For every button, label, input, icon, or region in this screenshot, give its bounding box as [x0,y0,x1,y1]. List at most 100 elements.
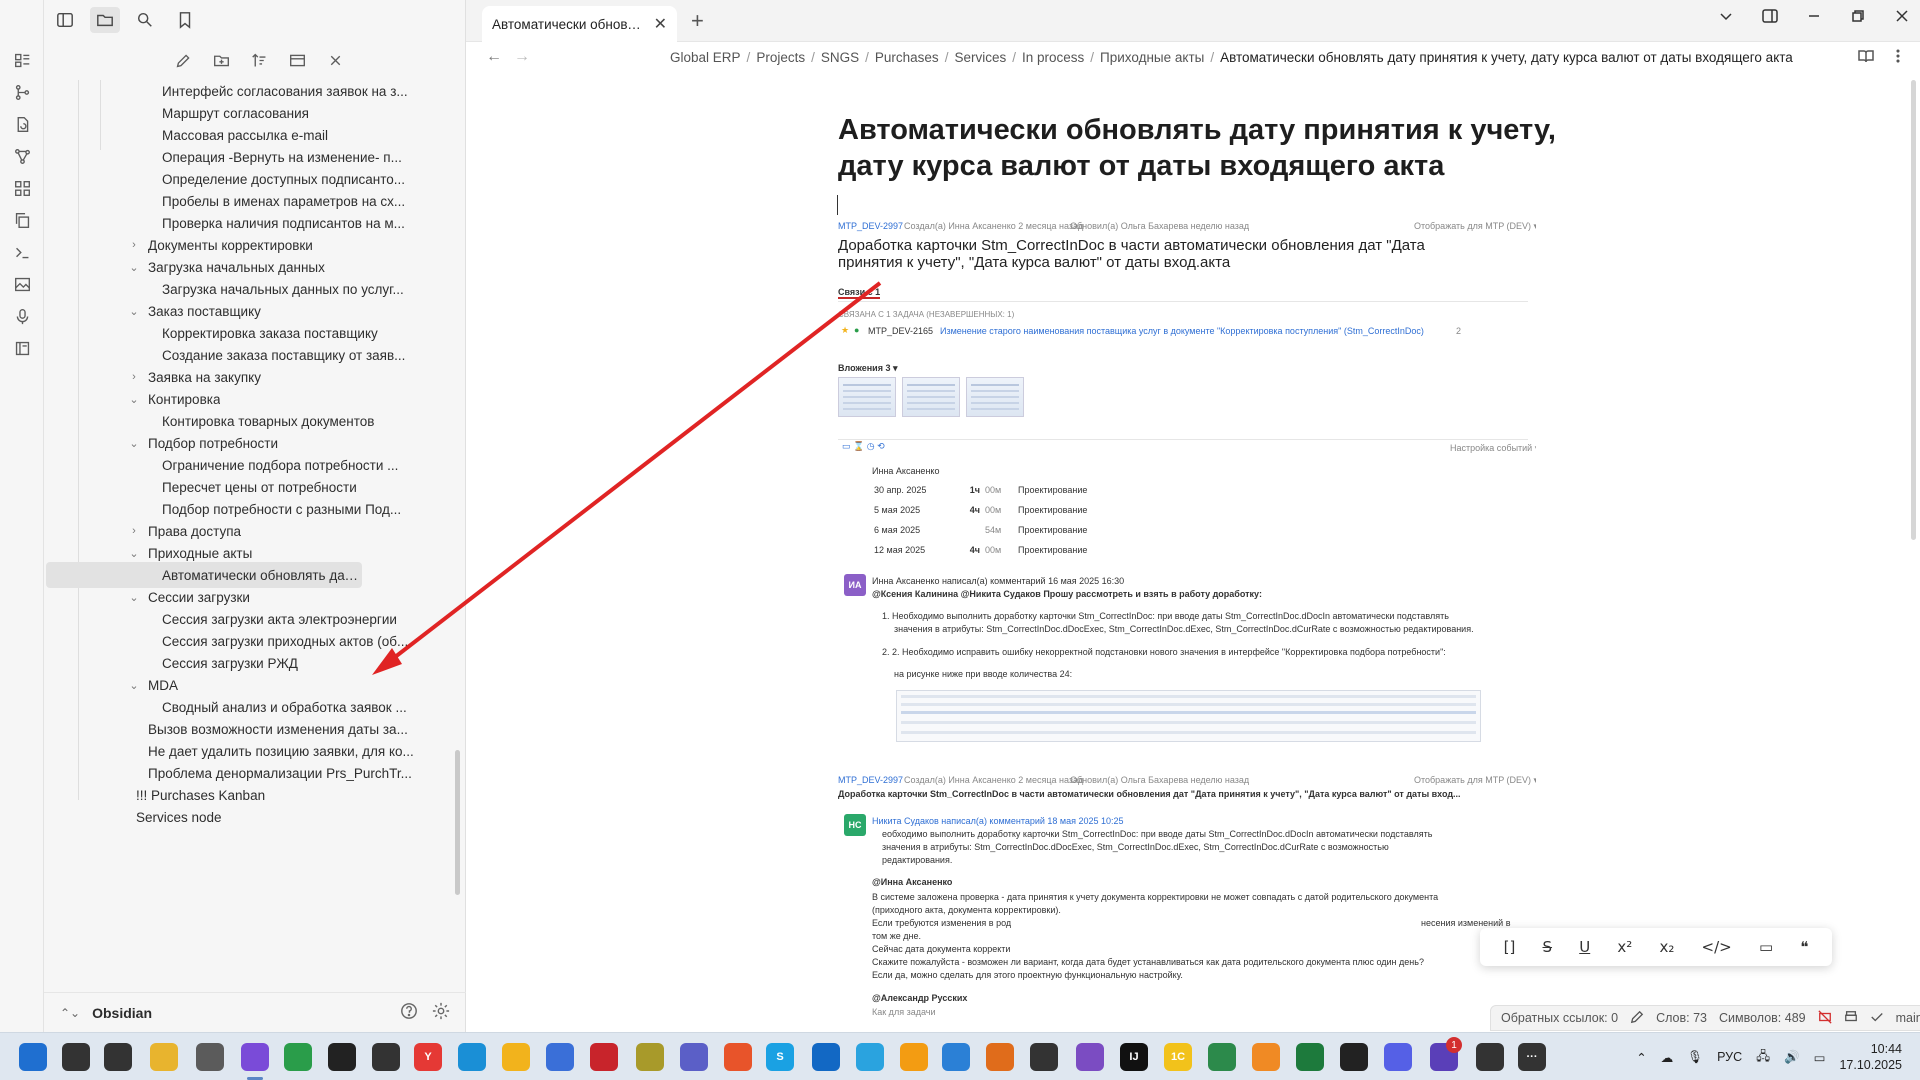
quote-icon[interactable]: ❝ [1800,938,1808,956]
chevron-down-icon[interactable]: ⌄ [126,437,142,450]
book-icon[interactable] [12,338,32,358]
excel-db-icon[interactable] [1208,1043,1236,1071]
remote-icon[interactable] [942,1043,970,1071]
start-icon[interactable] [19,1043,47,1071]
tab-active-note[interactable]: Автоматически обновлят ✕ [482,6,677,42]
sidebar-scrollbar[interactable] [455,750,460,895]
1c-icon[interactable]: 1С [1164,1043,1192,1071]
sync-off-icon[interactable] [1818,1009,1832,1027]
new-folder-icon[interactable] [210,48,234,72]
document-refresh-icon[interactable] [12,114,32,134]
collapse-icon[interactable] [286,48,310,72]
chevron-right-icon[interactable]: › [126,525,142,537]
right-sidebar-toggle-icon[interactable] [1762,8,1778,29]
minimize-icon[interactable] [1806,8,1822,29]
restore-icon[interactable] [1850,8,1866,29]
breadcrumb-item[interactable]: Global ERP [670,50,741,65]
forward-arrow-icon[interactable]: → [514,48,530,66]
printer-icon[interactable] [1844,1010,1858,1027]
editor-scrollbar[interactable] [1911,80,1916,540]
excel-icon[interactable] [1296,1043,1324,1071]
outlook-icon[interactable] [812,1043,840,1071]
tree-file[interactable]: Services node [136,804,444,830]
teams-icon[interactable] [680,1043,708,1071]
vault-name[interactable]: Obsidian [92,1005,152,1021]
backlinks-count[interactable]: Обратных ссылок: 0 [1501,1011,1618,1025]
note-title[interactable]: Автоматически обновлять дату принятия к … [838,112,1558,184]
close-tab-icon[interactable]: ✕ [654,14,667,34]
check-icon[interactable] [1870,1010,1884,1027]
chevron-down-icon[interactable]: ⌄ [126,679,142,692]
sublime-icon[interactable] [986,1043,1014,1071]
chrome2-icon[interactable] [502,1043,530,1071]
microphone-icon[interactable]: 🎙 [1687,1050,1703,1065]
task-view-icon[interactable] [104,1043,132,1071]
cloud-icon[interactable]: ☁ [1661,1050,1674,1065]
pgadmin-icon[interactable] [1476,1043,1504,1071]
chrome-icon[interactable] [284,1043,312,1071]
strikethrough-icon[interactable]: S [1543,938,1553,956]
cube-icon[interactable] [546,1043,574,1071]
jetbrains-icon[interactable]: IJ [1120,1043,1148,1071]
search-icon[interactable] [130,7,160,33]
dashboard-icon[interactable] [12,50,32,70]
github-icon[interactable] [328,1043,356,1071]
battery-icon[interactable]: ▭ [1814,1050,1826,1065]
edge-icon[interactable] [458,1043,486,1071]
network-icon[interactable]: 🖧 [1756,1047,1770,1068]
terminal-icon[interactable] [12,242,32,262]
folder-icon[interactable] [90,7,120,33]
image-icon[interactable] [12,274,32,294]
graph-icon[interactable] [12,146,32,166]
chevron-down-icon[interactable]: ⌄ [126,305,142,318]
pg-icon[interactable] [1030,1043,1058,1071]
file-explorer-icon[interactable] [150,1043,178,1071]
pdf-icon[interactable] [590,1043,618,1071]
skype-icon[interactable]: S [766,1043,794,1071]
breadcrumb-item[interactable]: Services [954,50,1006,65]
breadcrumb-item[interactable]: Purchases [875,50,939,65]
messenger-icon[interactable] [1384,1043,1412,1071]
subscript-icon[interactable]: x₂ [1659,938,1674,956]
keyboard-language[interactable]: РУС [1717,1050,1742,1064]
vlc-icon[interactable] [1252,1043,1280,1071]
git-icon[interactable] [12,82,32,102]
close-all-icon[interactable] [324,48,348,72]
wikilink-icon[interactable]: [] [1504,938,1516,956]
microphone-icon[interactable] [12,306,32,326]
settings-gear-icon[interactable] [432,1002,450,1023]
new-tab-icon[interactable]: + [691,8,704,34]
obsidian-icon[interactable] [241,1043,269,1071]
more-icon[interactable]: ··· [1518,1043,1546,1071]
code-icon[interactable]: </> [1702,938,1732,956]
underline-icon[interactable]: U [1579,938,1590,956]
clock[interactable]: 10:44 17.10.2025 [1839,1041,1902,1073]
yandex-icon[interactable]: Y [414,1043,442,1071]
volume-icon[interactable]: 🔊 [1784,1050,1800,1065]
grid-icon[interactable] [12,178,32,198]
back-arrow-icon[interactable]: ← [486,48,502,66]
vault-switcher[interactable]: ⌃⌄ Obsidian [44,992,466,1032]
notepad-icon[interactable] [196,1043,224,1071]
superscript-icon[interactable]: x² [1617,938,1632,956]
chevron-down-icon[interactable]: ⌄ [126,393,142,406]
firefox-icon[interactable] [724,1043,752,1071]
breadcrumb-item[interactable]: SNGS [821,50,859,65]
shield-icon[interactable] [372,1043,400,1071]
reading-view-icon[interactable] [1858,48,1874,67]
help-icon[interactable] [400,1002,418,1023]
chevron-right-icon[interactable]: › [126,239,142,251]
breadcrumb-item[interactable]: In process [1022,50,1084,65]
chevron-down-icon[interactable]: ⌄ [126,547,142,560]
more-options-icon[interactable] [1890,48,1906,67]
code-block-icon[interactable]: ▭ [1759,938,1773,956]
close-window-icon[interactable] [1894,8,1910,29]
telegram-icon[interactable] [856,1043,884,1071]
breadcrumb-item[interactable]: Projects [756,50,805,65]
copy-icon[interactable] [12,210,32,230]
git-branch[interactable]: main [1896,1011,1920,1025]
breadcrumb-item[interactable]: Автоматически обновлять дату принятия к … [1220,50,1793,65]
far-icon[interactable] [636,1043,664,1071]
chevron-right-icon[interactable]: › [126,371,142,383]
new-note-icon[interactable] [172,48,196,72]
